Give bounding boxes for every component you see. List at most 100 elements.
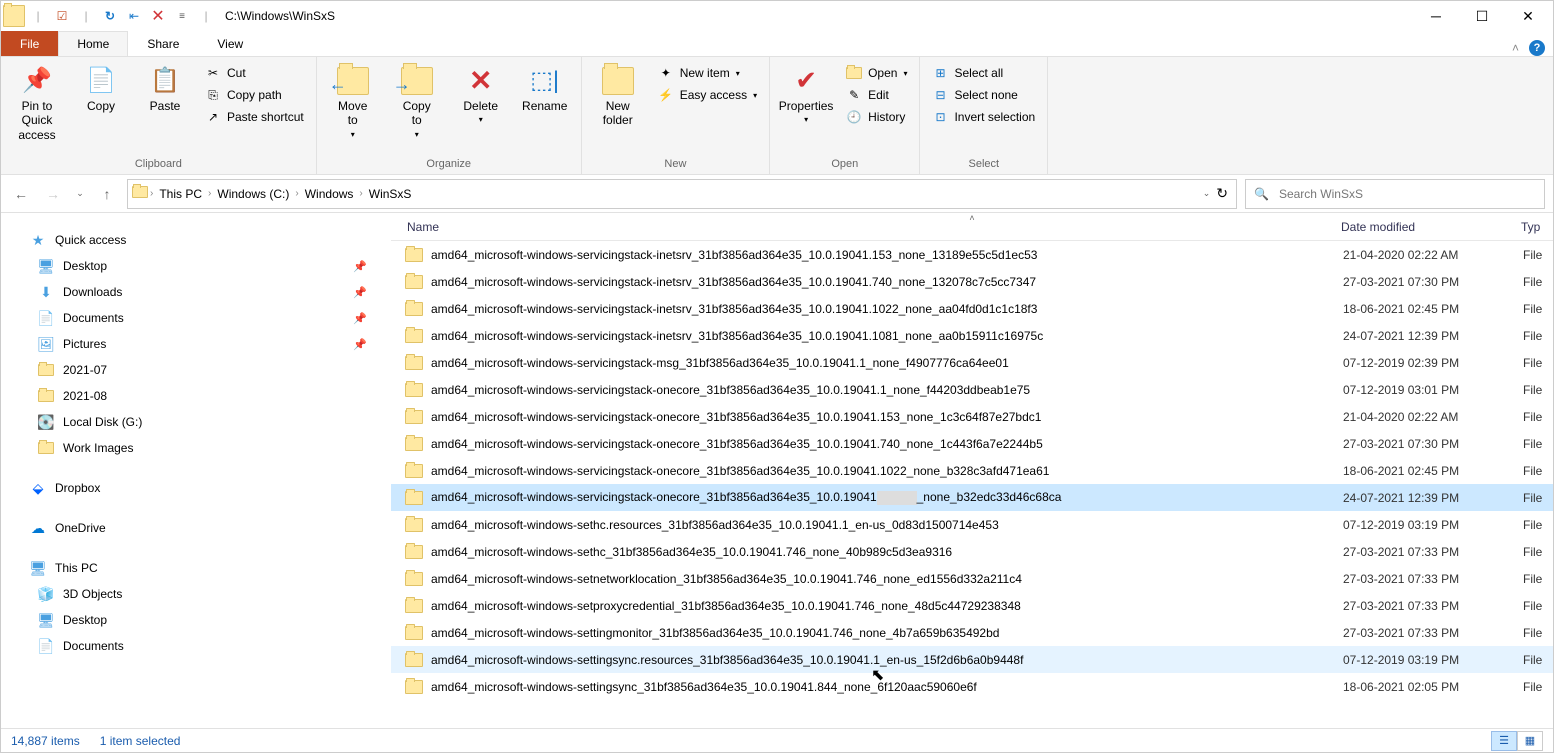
nav-pinned-item[interactable]: 🖼Pictures📌: [1, 331, 391, 357]
folder-icon: [405, 518, 423, 532]
file-row[interactable]: amd64_microsoft-windows-servicingstack-i…: [391, 268, 1553, 295]
new-item-button[interactable]: ✦New item ▾: [652, 63, 763, 83]
nav-recent-item[interactable]: 2021-07: [1, 357, 391, 383]
refresh-icon[interactable]: ↻: [99, 5, 121, 27]
nav-item-icon: [37, 439, 55, 457]
pin-to-quick-access-button[interactable]: 📌Pin to Quick access: [7, 61, 67, 142]
properties-icon[interactable]: ☑: [51, 5, 73, 27]
file-row[interactable]: amd64_microsoft-windows-servicingstack-m…: [391, 349, 1553, 376]
refresh-button[interactable]: ↻: [1216, 185, 1228, 202]
crumb-this-pc[interactable]: This PC: [155, 185, 206, 203]
crumb-winsxs[interactable]: WinSxS: [365, 185, 416, 203]
col-type[interactable]: Typ: [1521, 220, 1553, 234]
file-name: amd64_microsoft-windows-servicingstack-o…: [431, 490, 1343, 505]
forward-button[interactable]: →: [41, 182, 65, 206]
help-icon[interactable]: ?: [1529, 40, 1545, 56]
edit-button[interactable]: ✎Edit: [840, 85, 913, 105]
select-all-button[interactable]: ⊞Select all: [926, 63, 1041, 83]
nav-pinned-item[interactable]: ⬇Downloads📌: [1, 279, 391, 305]
folder-icon: [405, 383, 423, 397]
delete-button[interactable]: ✕Delete▾: [451, 61, 511, 125]
file-row[interactable]: amd64_microsoft-windows-sethc_31bf3856ad…: [391, 538, 1553, 565]
nav-pc-item[interactable]: 📄Documents: [1, 633, 391, 659]
undo-icon[interactable]: ⇤: [123, 5, 145, 27]
nav-recent-item[interactable]: 💽Local Disk (G:): [1, 409, 391, 435]
chevron-icon[interactable]: ›: [295, 188, 298, 199]
paste-button[interactable]: 📋Paste: [135, 61, 195, 113]
chevron-icon[interactable]: ›: [208, 188, 211, 199]
address-dropdown-icon[interactable]: ⌄: [1203, 188, 1211, 199]
open-button[interactable]: Open ▾: [840, 63, 913, 83]
easy-access-button[interactable]: ⚡Easy access ▾: [652, 85, 763, 105]
nav-onedrive[interactable]: ☁OneDrive: [1, 515, 391, 541]
history-button[interactable]: 🕘History: [840, 107, 913, 127]
file-row[interactable]: amd64_microsoft-windows-settingsync_31bf…: [391, 673, 1553, 700]
history-icon: 🕘: [846, 109, 862, 125]
item-count: 14,887 items: [11, 734, 80, 748]
file-row[interactable]: amd64_microsoft-windows-servicingstack-o…: [391, 430, 1553, 457]
chevron-icon[interactable]: ›: [150, 188, 153, 199]
nav-pc-item[interactable]: 🖥Desktop: [1, 607, 391, 633]
file-row[interactable]: amd64_microsoft-windows-servicingstack-i…: [391, 241, 1553, 268]
tab-view[interactable]: View: [198, 31, 262, 56]
minimize-button[interactable]: ─: [1413, 1, 1459, 31]
collapse-ribbon-icon[interactable]: ˄: [1512, 41, 1519, 55]
file-row[interactable]: amd64_microsoft-windows-settingsync.reso…: [391, 646, 1553, 673]
file-row[interactable]: amd64_microsoft-windows-servicingstack-o…: [391, 403, 1553, 430]
nav-item-icon: 🖥: [37, 611, 55, 629]
file-row[interactable]: amd64_microsoft-windows-setnetworklocati…: [391, 565, 1553, 592]
recent-dropdown[interactable]: ⌄: [73, 182, 87, 206]
search-box[interactable]: 🔍 Search WinSxS: [1245, 179, 1545, 209]
crumb-windows[interactable]: Windows: [301, 185, 358, 203]
tab-file[interactable]: File: [1, 31, 58, 56]
file-type: File: [1523, 599, 1553, 613]
qat-dropdown-icon[interactable]: ≡: [171, 5, 193, 27]
up-button[interactable]: ↑: [95, 182, 119, 206]
invert-selection-button[interactable]: ⊡Invert selection: [926, 107, 1041, 127]
nav-pinned-item[interactable]: 🖥Desktop📌: [1, 253, 391, 279]
file-row[interactable]: amd64_microsoft-windows-sethc.resources_…: [391, 511, 1553, 538]
crumb-drive[interactable]: Windows (C:): [213, 185, 293, 203]
delete-icon[interactable]: ✕: [147, 5, 169, 27]
copy-to-button[interactable]: →Copy to▾: [387, 61, 447, 139]
file-list[interactable]: ⬉ amd64_microsoft-windows-servicingstack…: [391, 241, 1553, 728]
nav-quick-access[interactable]: ★Quick access: [1, 227, 391, 253]
tab-home[interactable]: Home: [58, 31, 128, 56]
details-view-button[interactable]: ☰: [1491, 731, 1517, 751]
chevron-icon[interactable]: ›: [359, 188, 362, 199]
column-headers[interactable]: ˄ Name Date modified Typ: [391, 213, 1553, 241]
file-row[interactable]: amd64_microsoft-windows-servicingstack-i…: [391, 322, 1553, 349]
nav-recent-item[interactable]: 2021-08: [1, 383, 391, 409]
new-folder-button[interactable]: New folder: [588, 61, 648, 128]
cut-button[interactable]: ✂Cut: [199, 63, 310, 83]
tab-share[interactable]: Share: [128, 31, 198, 56]
properties-button[interactable]: ✔Properties▾: [776, 61, 836, 125]
nav-recent-item[interactable]: Work Images: [1, 435, 391, 461]
select-none-button[interactable]: ⊟Select none: [926, 85, 1041, 105]
nav-this-pc[interactable]: 🖥This PC: [1, 555, 391, 581]
close-button[interactable]: ✕: [1505, 1, 1551, 31]
navigation-pane[interactable]: ★Quick access 🖥Desktop📌⬇Downloads📌📄Docum…: [1, 213, 391, 728]
back-button[interactable]: ←: [9, 182, 33, 206]
nav-pc-item[interactable]: 🧊3D Objects: [1, 581, 391, 607]
col-date[interactable]: Date modified: [1341, 220, 1521, 234]
file-row[interactable]: amd64_microsoft-windows-setproxycredenti…: [391, 592, 1553, 619]
col-name[interactable]: Name: [405, 220, 1341, 234]
nav-pinned-item[interactable]: 📄Documents📌: [1, 305, 391, 331]
nav-bar: ← → ⌄ ↑ › This PC › Windows (C:) › Windo…: [1, 175, 1553, 213]
file-row[interactable]: amd64_microsoft-windows-servicingstack-o…: [391, 376, 1553, 403]
file-row[interactable]: amd64_microsoft-windows-settingmonitor_3…: [391, 619, 1553, 646]
address-bar[interactable]: › This PC › Windows (C:) › Windows › Win…: [127, 179, 1237, 209]
move-to-button[interactable]: ←Move to▾: [323, 61, 383, 139]
file-row[interactable]: amd64_microsoft-windows-servicingstack-o…: [391, 484, 1553, 511]
icons-view-button[interactable]: ▦: [1517, 731, 1543, 751]
rename-button[interactable]: ⬚|Rename: [515, 61, 575, 113]
file-date: 21-04-2020 02:22 AM: [1343, 248, 1523, 262]
paste-shortcut-button[interactable]: ↗Paste shortcut: [199, 107, 310, 127]
copy-path-button[interactable]: ⎘Copy path: [199, 85, 310, 105]
copy-button[interactable]: 📄Copy: [71, 61, 131, 113]
maximize-button[interactable]: ☐: [1459, 1, 1505, 31]
nav-dropbox[interactable]: ⬙Dropbox: [1, 475, 391, 501]
file-row[interactable]: amd64_microsoft-windows-servicingstack-o…: [391, 457, 1553, 484]
file-row[interactable]: amd64_microsoft-windows-servicingstack-i…: [391, 295, 1553, 322]
